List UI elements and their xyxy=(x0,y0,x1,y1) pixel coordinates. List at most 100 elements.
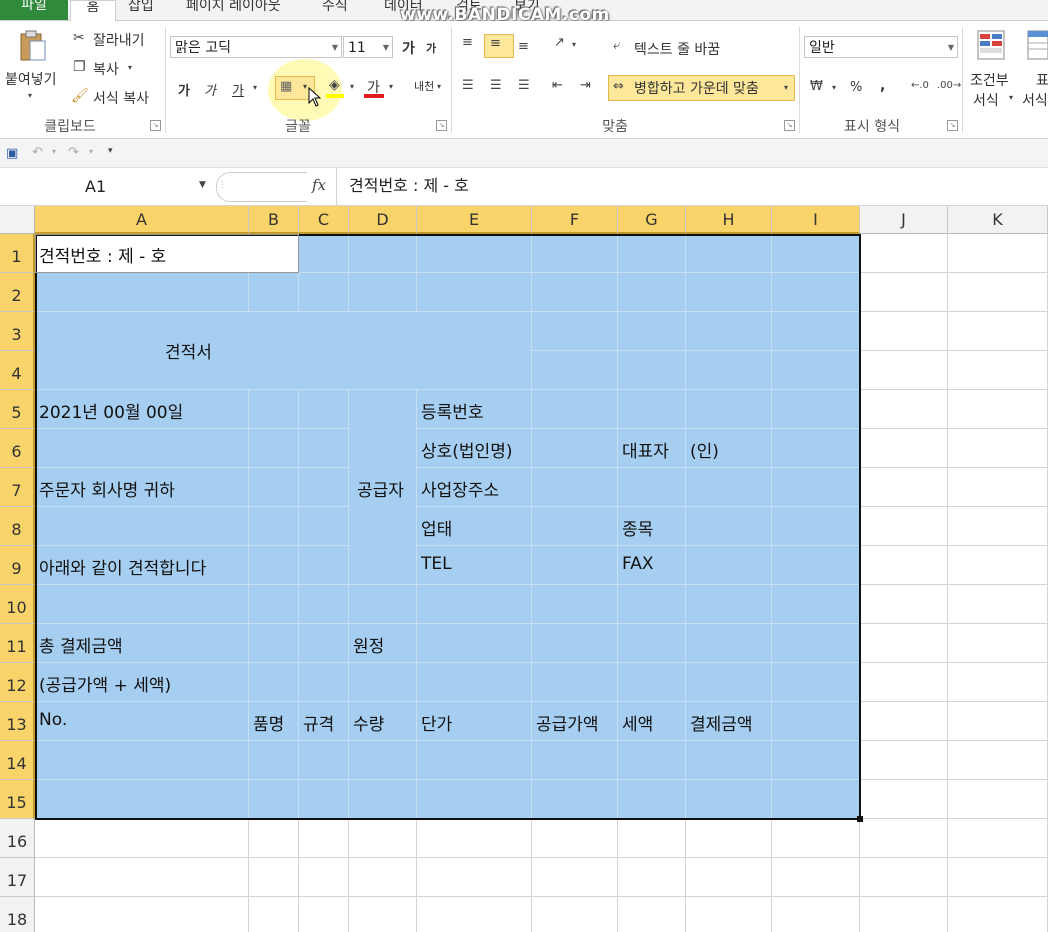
cell-d18[interactable] xyxy=(349,897,417,932)
tab-insert[interactable]: 삽입 xyxy=(128,0,168,20)
save-icon[interactable]: ▣ xyxy=(6,146,18,161)
cell-a16[interactable] xyxy=(35,819,249,858)
align-right-icon[interactable]: ☰ xyxy=(518,78,530,93)
clipboard-launcher-icon[interactable]: ↘ xyxy=(150,120,161,131)
grow-font-button[interactable]: 가 xyxy=(402,38,415,58)
cell-i16[interactable] xyxy=(772,819,860,858)
cell-c18[interactable] xyxy=(299,897,349,932)
cell-f17[interactable] xyxy=(532,858,618,897)
cell-j4[interactable] xyxy=(860,351,948,390)
cut-icon[interactable]: ✂ xyxy=(73,30,85,46)
cell-g18[interactable] xyxy=(618,897,686,932)
cell-e16[interactable] xyxy=(417,819,532,858)
decrease-decimal-icon[interactable]: .00→ xyxy=(937,80,961,91)
cell-k12[interactable] xyxy=(948,663,1048,702)
paste-icon[interactable] xyxy=(18,29,48,63)
column-header-j[interactable]: J xyxy=(860,206,948,234)
cell-j2[interactable] xyxy=(860,273,948,312)
row-header-5[interactable]: 5 xyxy=(0,390,35,429)
tab-home[interactable]: 홈 xyxy=(70,0,116,21)
accounting-format-icon[interactable]: ₩ xyxy=(810,79,823,94)
align-top-icon[interactable]: ≡ xyxy=(462,35,473,50)
comma-button[interactable]: , xyxy=(880,78,885,94)
cell-j9[interactable] xyxy=(860,546,948,585)
undo-icon[interactable]: ↶ xyxy=(32,145,43,160)
cell-b16[interactable] xyxy=(249,819,299,858)
italic-button[interactable]: 가 xyxy=(204,80,216,99)
cell-j12[interactable] xyxy=(860,663,948,702)
increase-decimal-icon[interactable]: ←.0 xyxy=(911,80,929,91)
formula-bar-expander[interactable] xyxy=(216,172,307,202)
cell-j6[interactable] xyxy=(860,429,948,468)
cell-g17[interactable] xyxy=(618,858,686,897)
format-painter-button[interactable]: 서식 복사 xyxy=(93,88,149,108)
row-header-11[interactable]: 11 xyxy=(0,624,35,663)
merge-dropdown-icon[interactable]: ▾ xyxy=(784,83,788,92)
formula-input[interactable]: 견적번호 : 제 - 호 xyxy=(336,168,1048,205)
cell-j3[interactable] xyxy=(860,312,948,351)
increase-indent-icon[interactable]: ⇥ xyxy=(580,78,591,93)
row-header-4[interactable]: 4 xyxy=(0,351,35,390)
alignment-launcher-icon[interactable]: ↘ xyxy=(784,120,795,131)
conditional-dropdown-icon[interactable]: ▾ xyxy=(1009,93,1013,102)
cell-f16[interactable] xyxy=(532,819,618,858)
number-launcher-icon[interactable]: ↘ xyxy=(947,120,958,131)
cell-j1[interactable] xyxy=(860,234,948,273)
cell-k5[interactable] xyxy=(948,390,1048,429)
cell-k9[interactable] xyxy=(948,546,1048,585)
fx-icon[interactable]: fx xyxy=(312,176,326,194)
cell-k1[interactable] xyxy=(948,234,1048,273)
column-header-b[interactable]: B xyxy=(249,206,299,234)
format-as-table-icon[interactable] xyxy=(1027,30,1048,66)
column-header-c[interactable]: C xyxy=(299,206,349,234)
align-bottom-icon[interactable]: ≡ xyxy=(518,39,529,54)
row-header-16[interactable]: 16 xyxy=(0,819,35,858)
bold-button[interactable]: 가 xyxy=(178,80,190,99)
cell-d17[interactable] xyxy=(349,858,417,897)
cell-k18[interactable] xyxy=(948,897,1048,932)
name-box-dropdown-icon[interactable]: ▼ xyxy=(199,180,206,190)
row-header-8[interactable]: 8 xyxy=(0,507,35,546)
fill-color-icon[interactable]: ◈ xyxy=(329,77,340,93)
cell-k2[interactable] xyxy=(948,273,1048,312)
row-header-12[interactable]: 12 xyxy=(0,663,35,702)
fill-color-dropdown-icon[interactable]: ▾ xyxy=(350,82,354,91)
redo-dropdown-icon[interactable]: ▾ xyxy=(89,147,93,156)
cell-k15[interactable] xyxy=(948,780,1048,819)
cell-k7[interactable] xyxy=(948,468,1048,507)
row-header-3[interactable]: 3 xyxy=(0,312,35,351)
name-box[interactable]: A1 xyxy=(0,172,212,201)
redo-icon[interactable]: ↷ xyxy=(68,145,79,160)
orientation-dropdown-icon[interactable]: ▾ xyxy=(572,40,576,49)
phonetic-button[interactable]: 내천 xyxy=(414,78,434,94)
cell-c17[interactable] xyxy=(299,858,349,897)
column-header-a[interactable]: A xyxy=(35,206,249,234)
cell-i17[interactable] xyxy=(772,858,860,897)
row-header-10[interactable]: 10 xyxy=(0,585,35,624)
cell-j10[interactable] xyxy=(860,585,948,624)
format-as-table-label-2[interactable]: 서식 xyxy=(1022,90,1048,110)
accounting-dropdown-icon[interactable]: ▾ xyxy=(832,83,836,92)
row-header-14[interactable]: 14 xyxy=(0,741,35,780)
row-header-13[interactable]: 13 xyxy=(0,702,35,741)
row-header-15[interactable]: 15 xyxy=(0,780,35,819)
align-center-icon[interactable]: ☰ xyxy=(490,78,502,93)
cell-k17[interactable] xyxy=(948,858,1048,897)
underline-dropdown-icon[interactable]: ▾ xyxy=(253,83,257,92)
cell-k13[interactable] xyxy=(948,702,1048,741)
tab-formulas[interactable]: 수식 xyxy=(322,0,362,20)
row-header-6[interactable]: 6 xyxy=(0,429,35,468)
cell-d16[interactable] xyxy=(349,819,417,858)
column-header-f[interactable]: F xyxy=(532,206,618,234)
cell-j14[interactable] xyxy=(860,741,948,780)
borders-dropdown-icon[interactable]: ▾ xyxy=(303,82,307,91)
cell-j7[interactable] xyxy=(860,468,948,507)
customize-qat-icon[interactable]: ▾ xyxy=(108,146,113,156)
cell-g16[interactable] xyxy=(618,819,686,858)
column-header-d[interactable]: D xyxy=(349,206,417,234)
row-header-7[interactable]: 7 xyxy=(0,468,35,507)
cell-k10[interactable] xyxy=(948,585,1048,624)
undo-dropdown-icon[interactable]: ▾ xyxy=(52,147,56,156)
paste-button-label[interactable]: 붙여넣기 xyxy=(5,69,57,89)
cell-j15[interactable] xyxy=(860,780,948,819)
